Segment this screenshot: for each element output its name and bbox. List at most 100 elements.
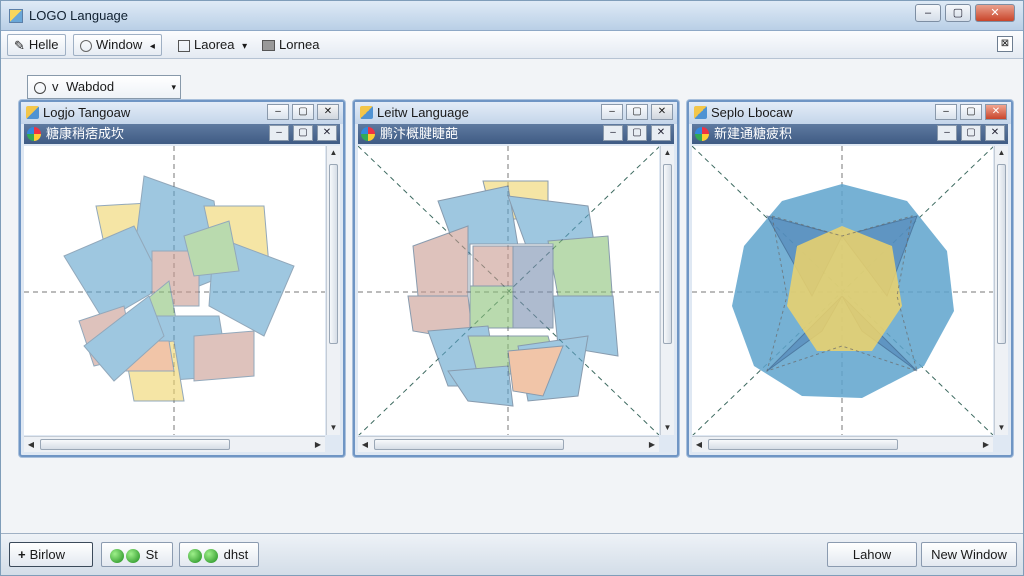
minimize-button[interactable]: – (267, 104, 289, 120)
scroll-up-icon[interactable]: ▲ (661, 146, 674, 160)
button-label: dhst (223, 547, 249, 562)
turtle-graphics-drawing (24, 146, 325, 435)
birlow-button[interactable]: + Birlow (9, 542, 93, 567)
scroll-thumb[interactable] (663, 164, 672, 344)
document-tab[interactable]: 鹏汴概腱睫葩 – ▢ ✕ (358, 124, 674, 144)
vertical-scrollbar[interactable]: ▲ ▼ (660, 146, 674, 435)
toolbar-lornea-button[interactable]: Lornea (255, 34, 326, 56)
toolbar-item-label: Lornea (279, 37, 320, 52)
scroll-down-icon[interactable]: ▼ (995, 421, 1008, 435)
close-button[interactable]: ✕ (985, 125, 1005, 141)
vertical-scrollbar[interactable]: ▲ ▼ (326, 146, 340, 435)
logo-icon (27, 127, 41, 141)
document-title: 鹏汴概腱睫葩 (380, 126, 459, 141)
scroll-down-icon[interactable]: ▼ (661, 421, 674, 435)
child-window-1: Logjo Tangoaw – ▢ ✕ 糖康稍痞成坎 – ▢ ✕ ▲ ▼ ◀ ▶ (19, 100, 345, 457)
minimize-button[interactable]: – (269, 125, 289, 141)
plus-icon: + (18, 547, 26, 562)
scroll-right-icon[interactable]: ▶ (311, 437, 325, 453)
toolbar-item-label: Window (96, 37, 143, 52)
minimize-button[interactable]: – (935, 104, 957, 120)
chevron-down-icon: ▾ (171, 82, 176, 92)
turtle-graphics-drawing (358, 146, 659, 435)
close-button[interactable]: ✕ (985, 104, 1007, 120)
logo-icon (361, 127, 375, 141)
close-button[interactable]: ✕ (317, 125, 337, 141)
scroll-thumb[interactable] (997, 164, 1006, 344)
window-icon (694, 106, 707, 119)
chevron-down-icon: ▾ (242, 41, 248, 52)
document-title: 新建通糖疲积 (714, 126, 793, 141)
minimize-button[interactable]: – (937, 125, 957, 141)
button-label: St (145, 547, 158, 562)
close-button[interactable]: ✕ (975, 4, 1015, 22)
scroll-up-icon[interactable]: ▲ (995, 146, 1008, 160)
lahow-button[interactable]: Lahow (827, 542, 917, 567)
child-window-title: Seplo Lbocaw (711, 105, 793, 120)
maximize-button[interactable]: ▢ (626, 104, 648, 120)
scroll-thumb[interactable] (329, 164, 338, 344)
child-window-3: Seplo Lbocaw – ▢ ✕ 新建通糖疲积 – ▢ ✕ ▲ ▼ ◀ ▶ (687, 100, 1013, 457)
maximize-button[interactable]: ▢ (627, 125, 647, 141)
maximize-button[interactable]: ▢ (293, 125, 313, 141)
vertical-scrollbar[interactable]: ▲ ▼ (994, 146, 1008, 435)
toolbar-item-label: Helle (28, 37, 59, 52)
maximize-button[interactable]: ▢ (292, 104, 314, 120)
minimize-button[interactable]: – (601, 104, 623, 120)
window-icon (26, 106, 39, 119)
scroll-thumb[interactable] (708, 439, 898, 450)
toolbar-laorea-button[interactable]: Laorea ▾ (171, 34, 254, 56)
scroll-right-icon[interactable]: ▶ (645, 437, 659, 453)
dropdown-value: Wabdod (66, 79, 115, 94)
new-window-button[interactable]: New Window (921, 542, 1017, 567)
status-bar: + Birlow St dhst Lahow New Window (1, 533, 1023, 575)
st-button[interactable]: St (101, 542, 173, 567)
document-tab[interactable]: 糖康稍痞成坎 – ▢ ✕ (24, 124, 340, 144)
search-icon (34, 81, 46, 94)
close-button[interactable]: ✕ (651, 125, 671, 141)
circle-icon (80, 39, 92, 52)
scroll-up-icon[interactable]: ▲ (327, 146, 340, 160)
app-icon (9, 9, 23, 23)
minimize-button[interactable]: – (915, 4, 941, 22)
tile-icon[interactable]: ⊠ (997, 36, 1013, 52)
caret-left-icon: ◂ (149, 41, 155, 52)
scroll-left-icon[interactable]: ◀ (24, 437, 38, 453)
view-dropdown[interactable]: v Wabdod ▾ (27, 75, 181, 99)
green-dot-icon (204, 548, 218, 563)
drawing-canvas[interactable] (24, 146, 325, 435)
horizontal-scrollbar[interactable]: ◀ ▶ (692, 436, 993, 452)
close-button[interactable]: ✕ (317, 104, 339, 120)
scroll-thumb[interactable] (40, 439, 230, 450)
scroll-right-icon[interactable]: ▶ (979, 437, 993, 453)
green-dot-icon (110, 548, 124, 563)
close-button[interactable]: ✕ (651, 104, 673, 120)
turtle-graphics-drawing (692, 146, 993, 435)
horizontal-scrollbar[interactable]: ◀ ▶ (24, 436, 325, 452)
window-icon (360, 106, 373, 119)
drawing-canvas[interactable] (358, 146, 659, 435)
toolbar-helle-button[interactable]: ✎ Helle (7, 34, 66, 56)
minimize-button[interactable]: – (603, 125, 623, 141)
scroll-left-icon[interactable]: ◀ (692, 437, 706, 453)
scroll-down-icon[interactable]: ▼ (327, 421, 340, 435)
document-tab[interactable]: 新建通糖疲积 – ▢ ✕ (692, 124, 1008, 144)
maximize-button[interactable]: ▢ (945, 4, 971, 22)
child-window-title-bar: Seplo Lbocaw – ▢ ✕ (689, 102, 1011, 124)
child-window-title: Logjo Tangoaw (43, 105, 131, 120)
drawing-canvas[interactable] (692, 146, 993, 435)
dhst-button[interactable]: dhst (179, 542, 259, 567)
toolbar-item-label: Laorea (194, 37, 235, 52)
horizontal-scrollbar[interactable]: ◀ ▶ (358, 436, 659, 452)
scroll-left-icon[interactable]: ◀ (358, 437, 372, 453)
maximize-button[interactable]: ▢ (960, 104, 982, 120)
scroll-thumb[interactable] (374, 439, 564, 450)
toolbar-window-button[interactable]: Window ◂ (73, 34, 162, 56)
toolbar: ✎ Helle Window ◂ Laorea ▾ Lornea ⊠ (1, 31, 1023, 59)
button-label: Birlow (29, 547, 65, 562)
app-window: LOGO Language – ▢ ✕ ✎ Helle Window ◂ Laor… (0, 0, 1024, 576)
child-window-title: Leitw Language (377, 105, 469, 120)
child-window-title-bar: Leitw Language – ▢ ✕ (355, 102, 677, 124)
maximize-button[interactable]: ▢ (961, 125, 981, 141)
green-dot-icon (188, 548, 202, 563)
